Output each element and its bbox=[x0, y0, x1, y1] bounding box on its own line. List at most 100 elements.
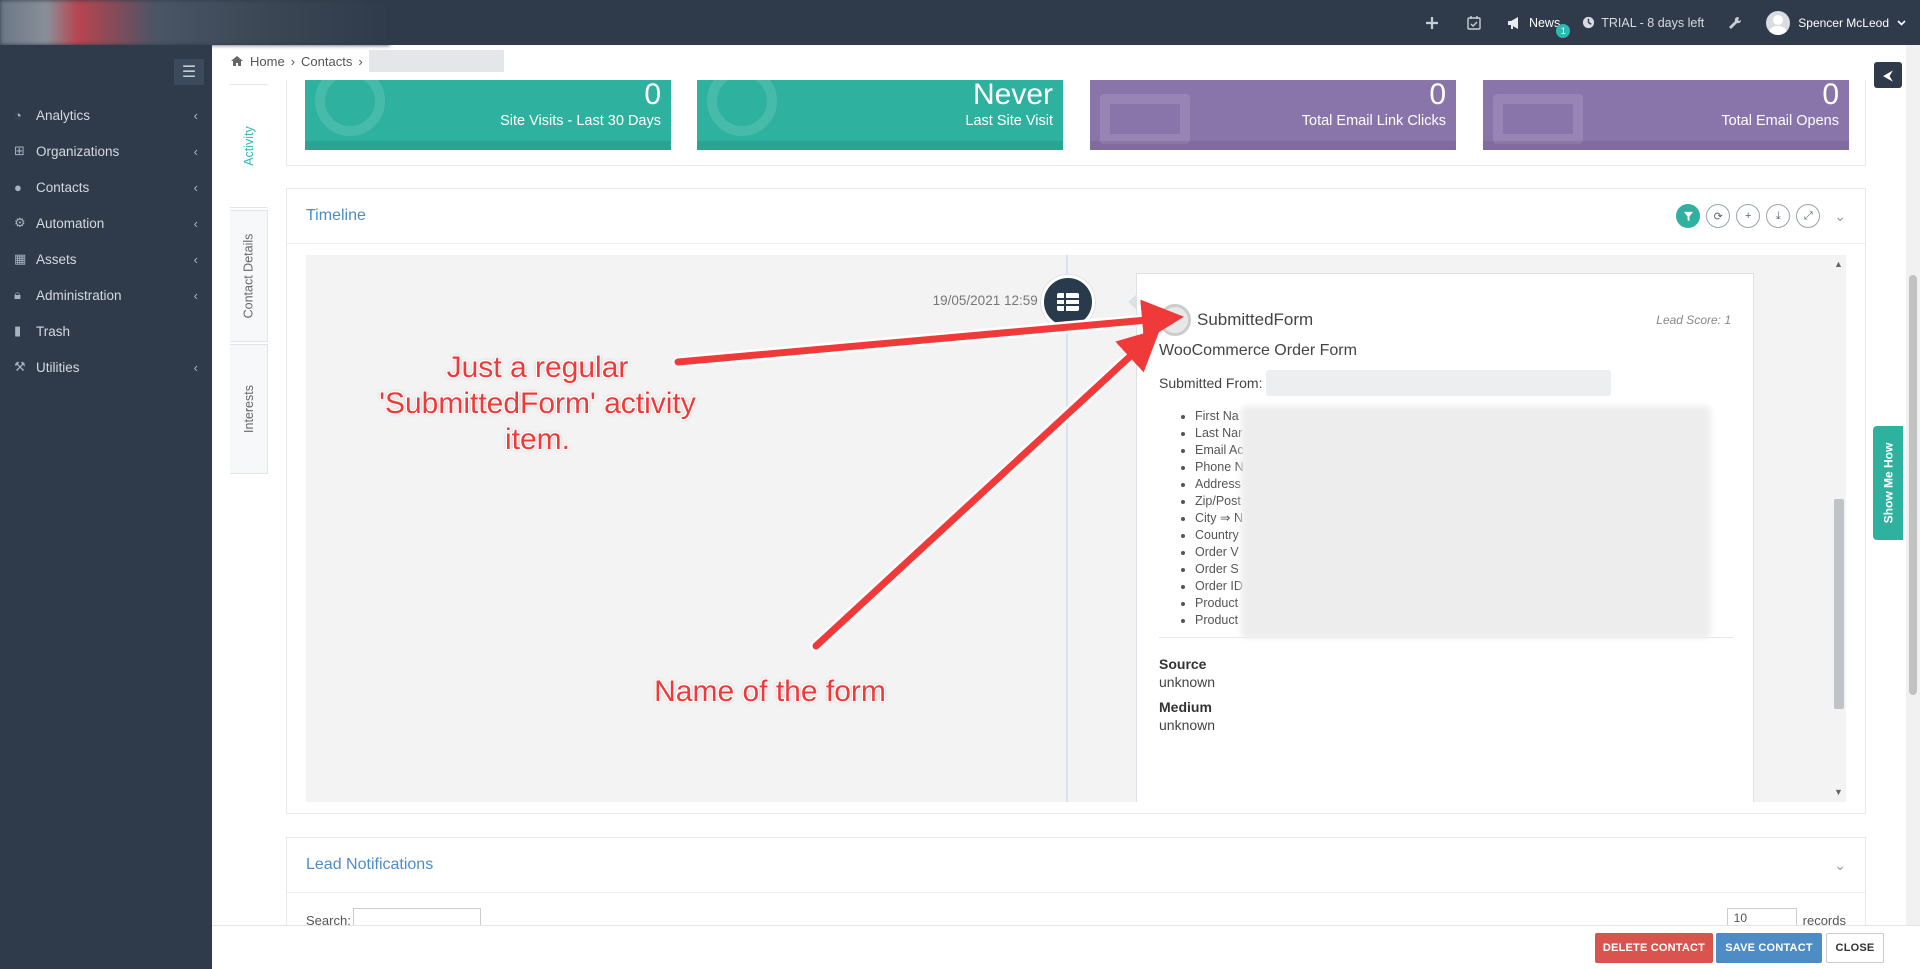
timeline-entry-card: SubmittedForm Lead Score: 1 WooCommerce … bbox=[1128, 273, 1754, 802]
timeline-body: 19/05/2021 12:59 AM SubmittedForm Lead S… bbox=[306, 255, 1846, 802]
stat-value: Never bbox=[972, 80, 1053, 111]
sidebar-item-label: Trash bbox=[36, 323, 71, 339]
stat-value: 0 bbox=[1822, 80, 1839, 111]
avatar bbox=[1766, 10, 1791, 35]
wrench-icon[interactable] bbox=[1714, 0, 1756, 45]
chevron-left-icon: ‹ bbox=[193, 179, 198, 195]
scroll-down-icon[interactable]: ▼ bbox=[1834, 787, 1843, 797]
show-me-how-label: Show Me How bbox=[1881, 442, 1896, 524]
chevron-down-icon[interactable]: ⌄ bbox=[1834, 208, 1846, 225]
action-bar: DELETE CONTACT SAVE CONTACT CLOSE bbox=[212, 925, 1920, 969]
table-icon bbox=[1041, 275, 1095, 329]
refresh-icon[interactable]: ⟳ bbox=[1706, 204, 1731, 228]
tab-label: Contact Details bbox=[241, 233, 256, 319]
sidebar: ☰ ◔ Analytics ‹ ⊞ Organizations ‹ ● Contacts ‹… bbox=[0, 45, 212, 969]
event-type-icon bbox=[1159, 304, 1191, 336]
logo-redacted[interactable] bbox=[0, 0, 390, 45]
scroll-up-icon[interactable]: ▲ bbox=[1834, 259, 1843, 269]
wrench-icon: ⚒ bbox=[14, 359, 26, 374]
news-count-badge: 1 bbox=[1556, 23, 1571, 38]
chevron-left-icon: ‹ bbox=[193, 107, 198, 123]
stat-value: 0 bbox=[644, 80, 661, 111]
timeline-entry-header: SubmittedForm Lead Score: 1 bbox=[1159, 304, 1731, 336]
delete-contact-button[interactable]: DELETE CONTACT bbox=[1595, 933, 1713, 963]
timeline-scrollbar[interactable]: ▲ ▼ bbox=[1833, 259, 1845, 799]
home-icon bbox=[231, 56, 243, 66]
submitted-from-url-redacted[interactable] bbox=[1266, 370, 1612, 396]
tab-activity[interactable]: Activity bbox=[230, 84, 268, 208]
chevron-left-icon: ‹ bbox=[193, 359, 198, 375]
timeline-title: Timeline bbox=[306, 207, 366, 224]
breadcrumb-separator: › bbox=[358, 53, 363, 69]
annotation-form-name: Name of the form bbox=[654, 675, 886, 708]
show-me-how-button[interactable]: Show Me How bbox=[1873, 426, 1903, 540]
close-button[interactable]: CLOSE bbox=[1826, 933, 1884, 963]
form-fields-list: First Na Last Nar Email Ac Phone N Addre… bbox=[1159, 406, 1731, 638]
stats-panel: 0 Site Visits - Last 30 Days Never Last … bbox=[286, 80, 1866, 166]
cogs-icon: ⚙ bbox=[14, 215, 26, 230]
field-values-redacted bbox=[1241, 406, 1711, 638]
top-bar: News 1 TRIAL - 8 days left Spencer McLeo… bbox=[0, 0, 1920, 45]
sidebar-item-contacts[interactable]: ● Contacts ‹ bbox=[0, 169, 212, 205]
stat-caption: Site Visits - Last 30 Days bbox=[500, 113, 661, 129]
tab-label: Activity bbox=[241, 126, 256, 166]
annotation-submittedform: Just a regular 'SubmittedForm' activity … bbox=[379, 351, 696, 456]
sidebar-nav: ◔ Analytics ‹ ⊞ Organizations ‹ ● Contacts ‹ ⚙… bbox=[0, 97, 212, 385]
top-bar-actions: News 1 TRIAL - 8 days left Spencer McLeo… bbox=[1411, 0, 1920, 45]
menu-toggle-icon[interactable]: ☰ bbox=[174, 59, 204, 85]
tab-interests[interactable]: Interests bbox=[230, 344, 268, 474]
clock-icon bbox=[1583, 16, 1595, 29]
stat-caption: Total Email Opens bbox=[1721, 113, 1839, 129]
sidebar-item-trash[interactable]: ▮ Trash bbox=[0, 313, 212, 349]
news-button[interactable]: News 1 bbox=[1495, 16, 1572, 38]
fullscreen-icon[interactable]: ⤢ bbox=[1796, 204, 1821, 228]
breadcrumb-home[interactable]: Home bbox=[250, 54, 285, 69]
sitemap-icon: ⊞ bbox=[14, 143, 25, 158]
stat-caption: Total Email Link Clicks bbox=[1301, 113, 1446, 129]
lock-icon: 🔒︎ bbox=[14, 287, 21, 302]
timeline-entry-date: 19/05/2021 12:59 AM bbox=[932, 293, 1061, 308]
chevron-down-icon[interactable]: ⌄ bbox=[1834, 857, 1846, 874]
filter-icon[interactable] bbox=[1676, 204, 1701, 228]
sidebar-item-label: Organizations bbox=[36, 143, 120, 159]
calendar-check-icon[interactable] bbox=[1453, 0, 1495, 45]
lead-notifications-title: Lead Notifications bbox=[306, 856, 434, 873]
source-label: Source bbox=[1159, 656, 1207, 672]
source-value: unknown bbox=[1159, 674, 1216, 690]
sidebar-item-label: Contacts bbox=[36, 179, 90, 195]
medium-label: Medium bbox=[1159, 699, 1212, 715]
tab-contact-details[interactable]: Contact Details bbox=[230, 210, 268, 342]
stat-caption: Last Site Visit bbox=[965, 113, 1053, 129]
timeline-header: Timeline ⟳ + ⤓ ⤢ ⌄ bbox=[287, 189, 1865, 244]
user-menu[interactable]: Spencer McLeod bbox=[1756, 10, 1920, 35]
users-icon: ● bbox=[14, 179, 22, 195]
sidebar-item-analytics[interactable]: ◔ Analytics ‹ bbox=[0, 97, 212, 133]
download-icon[interactable]: ⤓ bbox=[1766, 204, 1791, 228]
sidebar-item-assets[interactable]: ▦ Assets ‹ bbox=[0, 241, 212, 277]
plus-icon[interactable]: + bbox=[1736, 204, 1761, 228]
trial-indicator[interactable]: TRIAL - 8 days left bbox=[1572, 16, 1714, 30]
sidebar-item-organizations[interactable]: ⊞ Organizations ‹ bbox=[0, 133, 212, 169]
sidebar-item-utilities[interactable]: ⚒ Utilities ‹ bbox=[0, 349, 212, 385]
stat-value: 0 bbox=[1429, 80, 1446, 111]
sidebar-item-label: Utilities bbox=[36, 359, 80, 375]
chevron-left-icon: ‹ bbox=[193, 287, 198, 303]
sidebar-item-automation[interactable]: ⚙ Automation ‹ bbox=[0, 205, 212, 241]
save-contact-button[interactable]: SAVE CONTACT bbox=[1716, 933, 1822, 963]
medium-value: unknown bbox=[1159, 717, 1216, 733]
plus-icon[interactable] bbox=[1411, 0, 1453, 45]
stat-last-site-visit: Never Last Site Visit bbox=[697, 80, 1063, 150]
lead-score: Lead Score: 1 bbox=[1656, 313, 1731, 327]
breadcrumb-contacts[interactable]: Contacts bbox=[301, 54, 352, 69]
sidebar-item-administration[interactable]: 🔒︎ Administration ‹ bbox=[0, 277, 212, 313]
trash-icon: ▮ bbox=[14, 323, 22, 338]
form-name: WooCommerce Order Form bbox=[1159, 342, 1357, 359]
lead-notifications-header: Lead Notifications ⌄ bbox=[287, 838, 1865, 893]
stat-site-visits: 0 Site Visits - Last 30 Days bbox=[305, 80, 671, 150]
timeline-axis bbox=[1066, 255, 1068, 802]
sidebar-item-label: Automation bbox=[36, 215, 105, 231]
sidebar-item-label: Assets bbox=[36, 251, 77, 267]
tab-label: Interests bbox=[241, 385, 256, 433]
arrow-left-icon[interactable]: ⮜ bbox=[1874, 62, 1902, 88]
page-scrollbar[interactable] bbox=[1906, 45, 1920, 925]
